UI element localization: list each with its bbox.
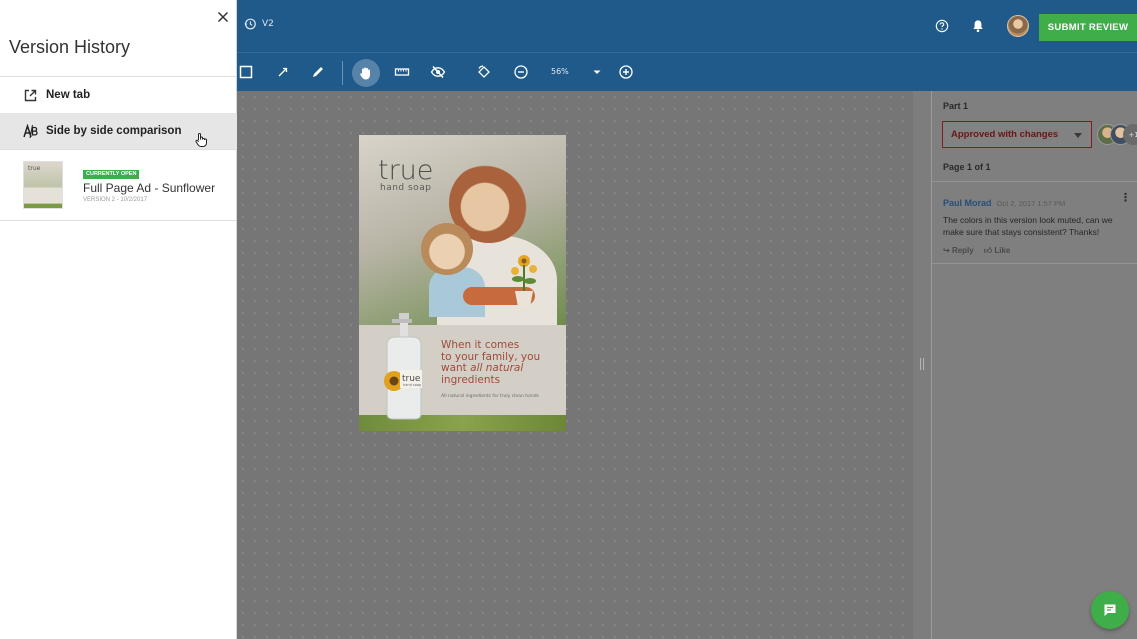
app-window: V2 SUBMIT REVIEW 56% true hand soap true…	[0, 0, 1137, 639]
help-icon[interactable]	[935, 19, 949, 33]
drawer-title: Version History	[9, 37, 131, 57]
version-label: V2	[262, 19, 274, 29]
caret-down-icon	[1074, 133, 1082, 138]
side-by-side-label: Side by side comparison	[46, 125, 182, 137]
reviewer-avatars[interactable]: +1	[1097, 124, 1137, 146]
comment-item: Paul Morad Oct 2, 2017 1:57 PM ⋮ The colo…	[943, 191, 1133, 256]
rotate-icon	[478, 65, 490, 78]
version-meta: VERSION 2 - 10/2/2017	[83, 197, 148, 203]
ruler-tool[interactable]	[393, 63, 411, 81]
tagline-line-3: want all natural	[441, 362, 561, 375]
comment-header: Paul Morad Oct 2, 2017 1:57 PM ⋮	[943, 191, 1133, 210]
page-indicator: Page 1 of 1	[943, 162, 991, 172]
more-reviewers-badge[interactable]: +1	[1123, 124, 1137, 145]
notifications-bell-icon[interactable]	[972, 19, 984, 33]
more-options-icon[interactable]: ⋮	[1120, 191, 1131, 204]
divider	[0, 220, 237, 221]
history-icon	[244, 18, 256, 30]
comment-timestamp: Oct 2, 2017 1:57 PM	[996, 199, 1066, 208]
rectangle-tool[interactable]	[237, 63, 255, 81]
comment-actions: ↪ Reply 👍︎ Like	[943, 246, 1133, 256]
pen-tool[interactable]	[309, 63, 327, 81]
external-link-icon	[24, 89, 37, 102]
proof-canvas[interactable]: true hand soap true hand soap When it co…	[237, 91, 913, 639]
version-indicator[interactable]: V2	[243, 17, 274, 31]
flower-pot	[511, 255, 537, 307]
soap-bottle-image: true hand soap	[384, 313, 422, 420]
divider	[0, 149, 237, 150]
tagline-line-1: When it comes	[441, 339, 520, 351]
reply-button[interactable]: ↪ Reply	[943, 246, 974, 256]
zoom-in-button[interactable]	[617, 63, 635, 81]
tagline-want: want	[441, 362, 471, 374]
toolbar-divider	[342, 61, 343, 85]
hand-pointer-cursor-icon	[195, 133, 207, 147]
version-history-drawer: Version History New tab Side by side com…	[0, 0, 237, 639]
panel-resize-handle[interactable]	[913, 91, 931, 639]
user-avatar[interactable]	[1007, 15, 1029, 37]
like-label: Like	[994, 246, 1011, 255]
eye-off-icon	[430, 65, 446, 79]
reply-icon: ↪	[943, 246, 952, 255]
resize-grip-icon[interactable]	[920, 358, 924, 370]
divider	[932, 181, 1137, 182]
caret-down-icon	[593, 70, 601, 74]
chat-icon	[1104, 604, 1116, 616]
hand-tool[interactable]	[352, 59, 380, 87]
tagline-line-4: ingredients	[441, 373, 501, 386]
divider	[932, 263, 1137, 264]
review-status-value: Approved with changes	[951, 129, 1059, 140]
zoom-in-icon	[619, 65, 633, 79]
chat-button[interactable]	[1091, 591, 1129, 629]
arrow-icon	[278, 67, 288, 77]
thumbs-up-icon: 👍︎	[983, 246, 995, 255]
thumbnail-logo: true	[28, 165, 41, 172]
new-tab-label: New tab	[46, 89, 91, 101]
child-head	[421, 223, 473, 275]
reply-label: Reply	[951, 246, 974, 255]
tagline-emphasis: all natural	[470, 362, 524, 374]
arrow-tool[interactable]	[274, 63, 292, 81]
zoom-out-icon	[514, 65, 528, 79]
compare-icon	[23, 124, 38, 139]
ad-brand-subtitle: hand soap	[380, 183, 432, 193]
pen-icon	[313, 67, 323, 77]
review-panel: Part 1 Approved with changes +1 Page 1 o…	[931, 91, 1137, 639]
zoom-dropdown[interactable]	[588, 63, 606, 81]
ad-proof-image[interactable]: true hand soap true hand soap When it co…	[359, 135, 566, 431]
like-button[interactable]: 👍︎ Like	[984, 246, 1011, 256]
new-tab-menu-item[interactable]: New tab	[0, 77, 237, 113]
version-thumbnail: true	[23, 161, 63, 209]
bottle-brand-sub: hand soap	[403, 383, 422, 387]
rectangle-icon	[239, 65, 253, 79]
zoom-out-button[interactable]	[512, 63, 530, 81]
version-list-item[interactable]: true CURRENTLY OPEN Full Page Ad - Sunfl…	[0, 151, 237, 220]
hide-annotations-tool[interactable]	[429, 63, 447, 81]
part-label: Part 1	[943, 101, 969, 111]
review-status-dropdown[interactable]: Approved with changes	[942, 121, 1092, 148]
zoom-level[interactable]: 56%	[551, 67, 569, 76]
submit-review-button[interactable]: SUBMIT REVIEW	[1039, 14, 1137, 41]
rotate-tool[interactable]	[475, 63, 493, 81]
ad-tagline: When it comes to your family, you want a…	[441, 339, 561, 386]
ad-brand-logo: true	[378, 155, 434, 186]
comment-author[interactable]: Paul Morad	[943, 198, 992, 208]
hand-icon	[360, 67, 370, 80]
version-name: Full Page Ad - Sunflower	[83, 181, 216, 195]
ad-fine-print: All natural ingredients for truly clean …	[441, 394, 539, 399]
currently-open-badge: CURRENTLY OPEN	[83, 170, 140, 179]
close-icon[interactable]	[216, 10, 230, 24]
comment-text: The colors in this version look muted, c…	[943, 215, 1113, 237]
ruler-icon	[394, 68, 410, 76]
